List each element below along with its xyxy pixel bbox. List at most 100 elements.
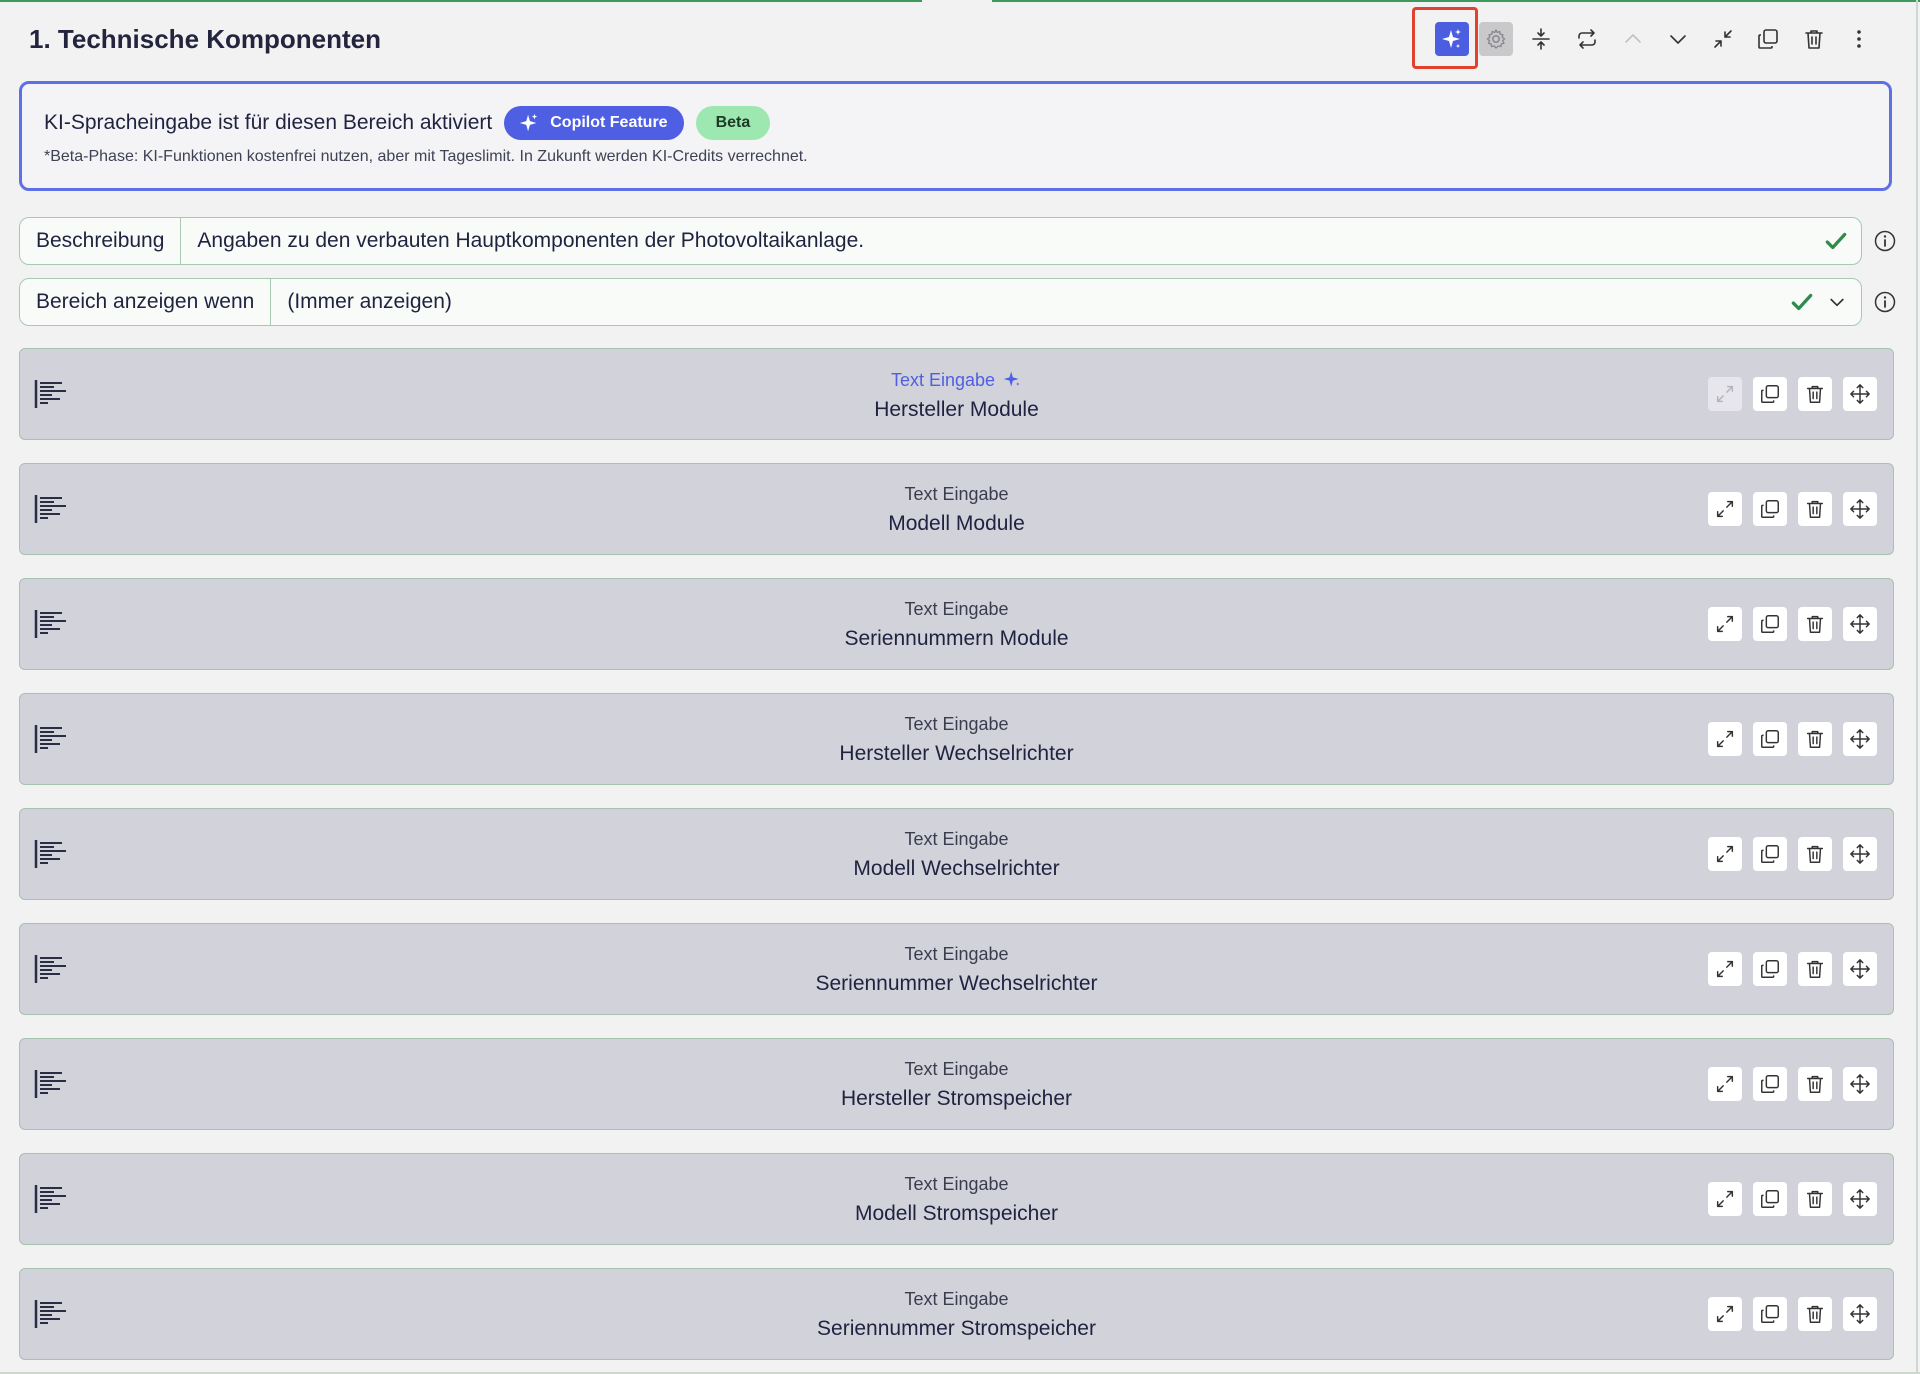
description-value[interactable]: Angaben zu den verbauten Hauptkomponente… bbox=[181, 229, 1823, 253]
expand-button[interactable] bbox=[1708, 1067, 1742, 1101]
expand-button[interactable] bbox=[1708, 1297, 1742, 1331]
card-duplicate-button[interactable] bbox=[1753, 1182, 1787, 1216]
move-up-button[interactable] bbox=[1616, 22, 1650, 56]
card-delete-button[interactable] bbox=[1798, 722, 1832, 756]
sparkle-icon bbox=[1003, 371, 1020, 387]
card-type: Text Eingabe bbox=[20, 484, 1893, 505]
chevron-down-icon bbox=[1670, 35, 1686, 44]
ai-banner: KI-Spracheingabe ist für diesen Bereich … bbox=[19, 81, 1892, 191]
card-content: Text Eingabe Hersteller Wechselrichter bbox=[20, 714, 1893, 766]
card-type-label: Text Eingabe bbox=[904, 484, 1009, 504]
card-duplicate-button[interactable] bbox=[1753, 837, 1787, 871]
move-icon bbox=[1850, 1304, 1870, 1324]
card-move-handle[interactable] bbox=[1843, 1182, 1877, 1216]
beta-badge: Beta bbox=[695, 106, 771, 140]
expand-button[interactable] bbox=[1708, 492, 1742, 526]
condition-label: Bereich anzeigen wenn bbox=[20, 279, 272, 325]
card-duplicate-button[interactable] bbox=[1753, 607, 1787, 641]
card-duplicate-button[interactable] bbox=[1753, 377, 1787, 411]
card-duplicate-button[interactable] bbox=[1753, 1297, 1787, 1331]
card-delete-button[interactable] bbox=[1798, 377, 1832, 411]
card-move-handle[interactable] bbox=[1843, 492, 1877, 526]
copy-icon bbox=[1761, 960, 1779, 978]
card-type: Text Eingabe bbox=[20, 944, 1893, 965]
section-header: 1. Technische Komponenten bbox=[0, 0, 1920, 80]
trash-icon bbox=[1806, 500, 1824, 518]
card-type: Text Eingabe bbox=[20, 1289, 1893, 1310]
duplicate-button[interactable] bbox=[1751, 22, 1785, 56]
card-type: Text Eingabe bbox=[20, 714, 1893, 735]
card-move-handle[interactable] bbox=[1843, 952, 1877, 986]
card-duplicate-button[interactable] bbox=[1753, 492, 1787, 526]
field-card[interactable]: Text Eingabe Hersteller Wechselrichter bbox=[19, 693, 1894, 785]
repeat-button[interactable] bbox=[1570, 22, 1604, 56]
card-move-handle[interactable] bbox=[1843, 607, 1877, 641]
expand-button[interactable] bbox=[1708, 377, 1742, 411]
card-type: Text Eingabe bbox=[20, 829, 1893, 850]
card-duplicate-button[interactable] bbox=[1753, 952, 1787, 986]
sparkle-icon bbox=[520, 113, 538, 132]
card-content: Text Eingabe Modell Wechselrichter bbox=[20, 829, 1893, 881]
expand-button[interactable] bbox=[1708, 607, 1742, 641]
copy-icon bbox=[1761, 1190, 1779, 1208]
field-card[interactable]: Text Eingabe Hersteller Module bbox=[19, 348, 1894, 440]
card-type-label: Text Eingabe bbox=[904, 1174, 1009, 1194]
expand-button[interactable] bbox=[1708, 837, 1742, 871]
card-name: Seriennummer Stromspeicher bbox=[817, 1317, 1096, 1340]
expand-icon bbox=[1716, 1305, 1734, 1323]
more-button[interactable] bbox=[1842, 22, 1876, 56]
card-move-handle[interactable] bbox=[1843, 722, 1877, 756]
move-icon bbox=[1850, 1074, 1870, 1094]
copy-icon bbox=[1761, 1305, 1779, 1323]
field-card[interactable]: Text Eingabe Modell Stromspeicher bbox=[19, 1153, 1894, 1245]
card-delete-button[interactable] bbox=[1798, 837, 1832, 871]
collapse-all-button[interactable] bbox=[1524, 22, 1558, 56]
field-card[interactable]: Text Eingabe Modell Wechselrichter bbox=[19, 808, 1894, 900]
settings-button[interactable] bbox=[1479, 22, 1513, 56]
card-move-handle[interactable] bbox=[1843, 1297, 1877, 1331]
card-move-handle[interactable] bbox=[1843, 1067, 1877, 1101]
field-card[interactable]: Text Eingabe Modell Module bbox=[19, 463, 1894, 555]
copy-icon bbox=[1761, 615, 1779, 633]
card-name: Hersteller Module bbox=[874, 398, 1039, 421]
card-delete-button[interactable] bbox=[1798, 1067, 1832, 1101]
card-name: Modell Wechselrichter bbox=[853, 857, 1060, 880]
trash-icon bbox=[1806, 730, 1824, 748]
expand-button[interactable] bbox=[1708, 1182, 1742, 1216]
card-name: Seriennummer Wechselrichter bbox=[815, 972, 1098, 995]
card-duplicate-button[interactable] bbox=[1753, 722, 1787, 756]
expand-button[interactable] bbox=[1708, 722, 1742, 756]
expand-button[interactable] bbox=[1708, 952, 1742, 986]
copilot-button[interactable] bbox=[1435, 22, 1469, 56]
expand-icon bbox=[1716, 385, 1734, 403]
card-type-label: Text Eingabe bbox=[904, 599, 1009, 619]
move-down-button[interactable] bbox=[1661, 22, 1695, 56]
field-card[interactable]: Text Eingabe Hersteller Stromspeicher bbox=[19, 1038, 1894, 1130]
card-delete-button[interactable] bbox=[1798, 492, 1832, 526]
trash-icon bbox=[1806, 1075, 1824, 1093]
more-vertical-icon bbox=[1857, 30, 1861, 48]
description-field[interactable]: Beschreibung Angaben zu den verbauten Ha… bbox=[19, 217, 1862, 265]
field-card[interactable]: Text Eingabe Seriennummern Module bbox=[19, 578, 1894, 670]
info-icon[interactable] bbox=[1873, 290, 1897, 314]
card-delete-button[interactable] bbox=[1798, 1182, 1832, 1216]
card-delete-button[interactable] bbox=[1798, 607, 1832, 641]
card-delete-button[interactable] bbox=[1798, 952, 1832, 986]
field-card[interactable]: Text Eingabe Seriennummer Stromspeicher bbox=[19, 1268, 1894, 1360]
condition-field[interactable]: Bereich anzeigen wenn (Immer anzeigen) bbox=[19, 278, 1862, 326]
expand-icon bbox=[1716, 960, 1734, 978]
chevron-down-icon[interactable] bbox=[1827, 292, 1847, 312]
field-card[interactable]: Text Eingabe Seriennummer Wechselrichter bbox=[19, 923, 1894, 1015]
card-move-handle[interactable] bbox=[1843, 837, 1877, 871]
move-icon bbox=[1850, 844, 1870, 864]
check-icon bbox=[1791, 293, 1813, 311]
condition-select[interactable]: (Immer anzeigen) bbox=[271, 290, 1789, 314]
trash-icon bbox=[1806, 960, 1824, 978]
card-move-handle[interactable] bbox=[1843, 377, 1877, 411]
info-icon[interactable] bbox=[1873, 229, 1897, 253]
card-delete-button[interactable] bbox=[1798, 1297, 1832, 1331]
delete-button[interactable] bbox=[1797, 22, 1831, 56]
card-duplicate-button[interactable] bbox=[1753, 1067, 1787, 1101]
minimize-button[interactable] bbox=[1706, 22, 1740, 56]
card-type-label: Text Eingabe bbox=[904, 829, 1009, 849]
